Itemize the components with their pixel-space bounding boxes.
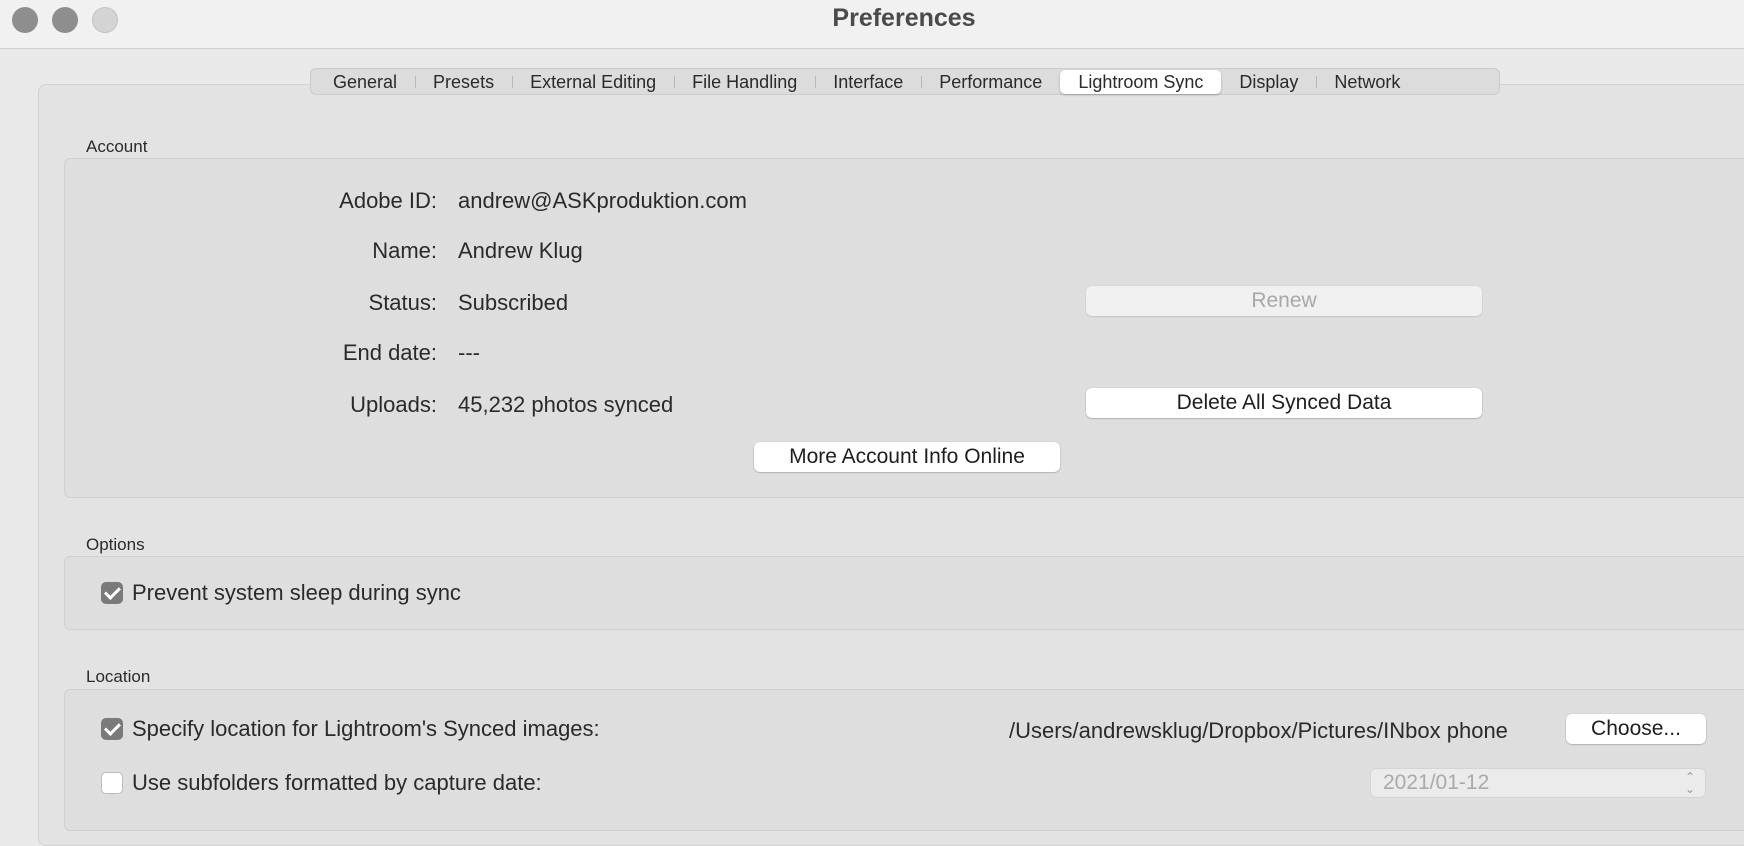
renew-button[interactable]: Renew	[1086, 286, 1482, 316]
location-path: /Users/andrewsklug/Dropbox/Pictures/INbo…	[1009, 718, 1508, 743]
tab-presets[interactable]: Presets	[415, 70, 512, 94]
date-format-select[interactable]: 2021/01-12 ⌃ ⌄	[1370, 768, 1706, 798]
subfolders-label: Use subfolders formatted by capture date…	[132, 770, 542, 795]
choose-location-button[interactable]: Choose...	[1566, 714, 1706, 744]
location-box	[64, 689, 1744, 831]
adobe-id-label: Adobe ID:	[339, 188, 437, 213]
name-value: Andrew Klug	[458, 238, 583, 263]
date-format-value: 2021/01-12	[1383, 771, 1490, 794]
tab-file-handling[interactable]: File Handling	[674, 70, 815, 94]
updown-chevron-icon: ⌃ ⌄	[1684, 770, 1695, 796]
more-account-info-button[interactable]: More Account Info Online	[754, 442, 1060, 472]
options-section-label: Options	[86, 535, 145, 554]
tab-external-editing[interactable]: External Editing	[512, 70, 674, 94]
prevent-sleep-checkbox[interactable]	[101, 582, 123, 604]
prevent-sleep-label: Prevent system sleep during sync	[132, 580, 461, 605]
name-label: Name:	[372, 238, 437, 263]
tab-general[interactable]: General	[315, 70, 415, 94]
uploads-label: Uploads:	[350, 392, 437, 417]
tab-interface[interactable]: Interface	[815, 70, 921, 94]
end-date-label: End date:	[342, 340, 437, 365]
window-title: Preferences	[832, 4, 976, 32]
tab-lightroom-sync[interactable]: Lightroom Sync	[1060, 69, 1222, 94]
tab-bar: General Presets External Editing File Ha…	[310, 68, 1500, 95]
tab-network[interactable]: Network	[1316, 70, 1418, 94]
tab-display[interactable]: Display	[1221, 70, 1316, 94]
subfolders-checkbox[interactable]	[101, 772, 123, 794]
location-section-label: Location	[86, 667, 151, 686]
delete-synced-data-button[interactable]: Delete All Synced Data	[1086, 388, 1482, 418]
title-bar: Preferences	[0, 0, 1744, 49]
account-section-label: Account	[86, 137, 148, 156]
status-label: Status:	[368, 290, 437, 315]
adobe-id-value: andrew@ASKproduktion.com	[458, 188, 747, 213]
status-value: Subscribed	[458, 290, 569, 315]
specify-location-label: Specify location for Lightroom's Synced …	[132, 716, 600, 741]
tab-performance[interactable]: Performance	[921, 70, 1060, 94]
end-date-value: ---	[458, 340, 480, 365]
specify-location-checkbox[interactable]	[101, 718, 123, 740]
uploads-value: 45,232 photos synced	[458, 392, 674, 417]
